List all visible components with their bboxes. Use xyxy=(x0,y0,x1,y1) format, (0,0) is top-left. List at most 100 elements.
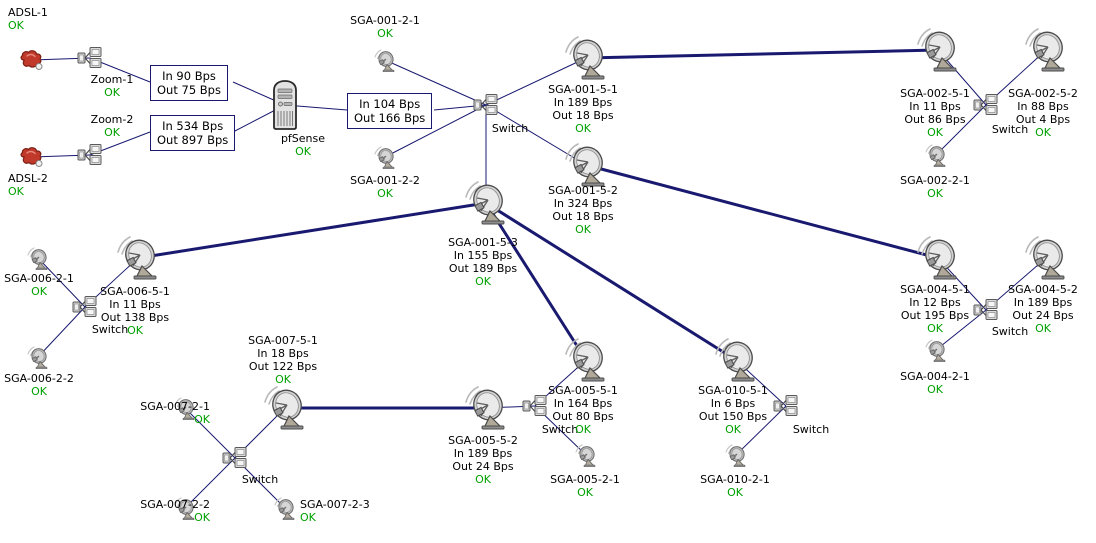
switch-icon[interactable] xyxy=(973,298,999,326)
node-label: SGA-006-2-2 OK xyxy=(0,372,94,398)
satellite-dish-small-icon[interactable] xyxy=(373,48,397,76)
node-label: SGA-007-2-3 OK xyxy=(300,498,370,524)
status-badge: OK xyxy=(31,285,47,298)
switch-icon[interactable] xyxy=(77,46,103,74)
node-name: SGA-004-5-1 xyxy=(900,283,970,296)
satellite-dish-large-icon[interactable] xyxy=(261,386,309,434)
satellite-dish-large-icon[interactable] xyxy=(1022,236,1070,284)
satellite-dish-large-icon[interactable] xyxy=(712,338,760,386)
status-badge: OK xyxy=(275,373,291,386)
switch-icon[interactable] xyxy=(473,93,499,121)
status-badge: OK xyxy=(475,275,491,288)
satellite-dish-small-icon[interactable] xyxy=(26,345,50,373)
node-name: Switch xyxy=(991,123,1029,136)
node-name: SGA-001-5-1 xyxy=(548,83,618,96)
status-badge: OK xyxy=(377,27,393,40)
node-label: SGA-010-2-1 OK xyxy=(680,473,790,499)
node-traffic-in: In 189 Bps xyxy=(553,96,613,109)
bandwidth-in: In 104 Bps xyxy=(359,97,421,111)
switch-icon[interactable] xyxy=(973,93,999,121)
status-badge: OK xyxy=(377,187,393,200)
satellite-dish-small-icon[interactable] xyxy=(724,443,748,471)
node-name: SGA-005-5-1 xyxy=(548,384,618,397)
node-name: Switch xyxy=(91,323,129,336)
satellite-dish-large-icon[interactable] xyxy=(914,236,962,284)
node-traffic-out: Out 150 Bps xyxy=(698,410,768,423)
node-traffic-in: In 155 Bps xyxy=(453,249,513,262)
node-name: Switch xyxy=(991,325,1029,338)
satellite-dish-small-icon[interactable] xyxy=(26,246,50,274)
node-label: SGA-001-2-1 OK xyxy=(330,14,440,40)
satellite-dish-small-icon[interactable] xyxy=(574,443,598,471)
satellite-dish-large-icon[interactable] xyxy=(114,236,162,284)
bandwidth-out: Out 166 Bps xyxy=(354,111,426,125)
node-label: SGA-005-5-2 In 189 Bps Out 24 Bps OK xyxy=(428,434,538,486)
status-badge: OK xyxy=(575,122,591,135)
bandwidth-label: In 104 Bps Out 166 Bps xyxy=(347,93,433,129)
node-traffic-in: In 18 Bps xyxy=(257,347,309,360)
switch-icon[interactable] xyxy=(773,394,799,422)
adsl-cloud-icon[interactable] xyxy=(18,48,46,76)
node-label: ADSL-1 OK xyxy=(8,6,48,32)
node-traffic-in: In 189 Bps xyxy=(1013,296,1073,309)
satellite-dish-small-icon[interactable] xyxy=(373,145,397,173)
bandwidth-label: In 90 Bps Out 75 Bps xyxy=(150,65,228,101)
bandwidth-in: In 534 Bps xyxy=(162,119,224,133)
node-label: Switch xyxy=(205,473,315,486)
status-badge: OK xyxy=(8,185,24,198)
node-name: SGA-004-2-1 xyxy=(900,370,970,383)
node-label: SGA-001-5-3 In 155 Bps Out 189 Bps OK xyxy=(428,236,538,288)
satellite-dish-small-icon[interactable] xyxy=(924,143,948,171)
status-badge: OK xyxy=(727,486,743,499)
node-traffic-in: In 88 Bps xyxy=(1017,100,1069,113)
satellite-dish-large-icon[interactable] xyxy=(562,36,610,84)
satellite-dish-large-icon[interactable] xyxy=(462,386,510,434)
status-badge: OK xyxy=(300,511,316,524)
node-traffic-in: In 164 Bps xyxy=(553,397,613,410)
node-label: SGA-001-5-2 In 324 Bps Out 18 Bps OK xyxy=(528,184,638,236)
switch-icon[interactable] xyxy=(77,143,103,171)
satellite-dish-large-icon[interactable] xyxy=(562,338,610,386)
node-name: Switch xyxy=(241,473,279,486)
node-traffic-out: Out 189 Bps xyxy=(448,262,518,275)
status-badge: OK xyxy=(927,383,943,396)
node-name: pfSense xyxy=(280,132,326,145)
satellite-dish-large-icon[interactable] xyxy=(1022,28,1070,76)
satellite-dish-large-icon[interactable] xyxy=(462,181,510,229)
node-name: SGA-007-2-3 xyxy=(300,498,370,511)
node-label: SGA-004-2-1 OK xyxy=(880,370,990,396)
node-name: SGA-006-2-2 xyxy=(4,372,74,385)
status-badge: OK xyxy=(194,511,210,524)
status-badge: OK xyxy=(295,145,311,158)
node-name: SGA-010-2-1 xyxy=(700,473,770,486)
adsl-cloud-icon[interactable] xyxy=(18,145,46,173)
switch-icon[interactable] xyxy=(72,295,98,323)
node-name: SGA-005-2-1 xyxy=(550,473,620,486)
link-major xyxy=(585,48,939,60)
node-label: Switch xyxy=(955,325,1065,338)
node-label: ADSL-2 OK xyxy=(8,172,48,198)
status-badge: OK xyxy=(475,473,491,486)
node-name: Switch xyxy=(792,423,830,436)
node-name: SGA-001-5-2 xyxy=(548,184,618,197)
node-name: SGA-004-5-2 xyxy=(1008,283,1078,296)
status-badge: OK xyxy=(577,486,593,499)
server-icon[interactable] xyxy=(271,80,299,134)
bandwidth-out: Out 75 Bps xyxy=(157,83,221,97)
node-traffic-out: Out 24 Bps xyxy=(1012,309,1074,322)
node-label: SGA-002-2-1 OK xyxy=(880,174,990,200)
node-label: Switch xyxy=(955,123,1065,136)
node-name: SGA-002-2-1 xyxy=(900,174,970,187)
satellite-dish-small-icon[interactable] xyxy=(924,338,948,366)
network-topology-map: ADSL-1 OK ADSL-2 OK Zoom-1 OK Zoom-2 OK pfSe… xyxy=(0,0,1096,543)
status-badge: OK xyxy=(8,19,24,32)
node-label: pfSense OK xyxy=(248,132,358,158)
switch-icon[interactable] xyxy=(222,446,248,474)
node-name: ADSL-2 xyxy=(8,172,48,185)
satellite-dish-large-icon[interactable] xyxy=(914,28,962,76)
node-name: SGA-001-2-2 xyxy=(350,174,420,187)
node-name: SGA-001-5-3 xyxy=(448,236,518,249)
node-label: SGA-007-2-1 OK xyxy=(100,400,210,426)
satellite-dish-small-icon[interactable] xyxy=(273,496,297,524)
node-traffic-out: Out 122 Bps xyxy=(248,360,318,373)
